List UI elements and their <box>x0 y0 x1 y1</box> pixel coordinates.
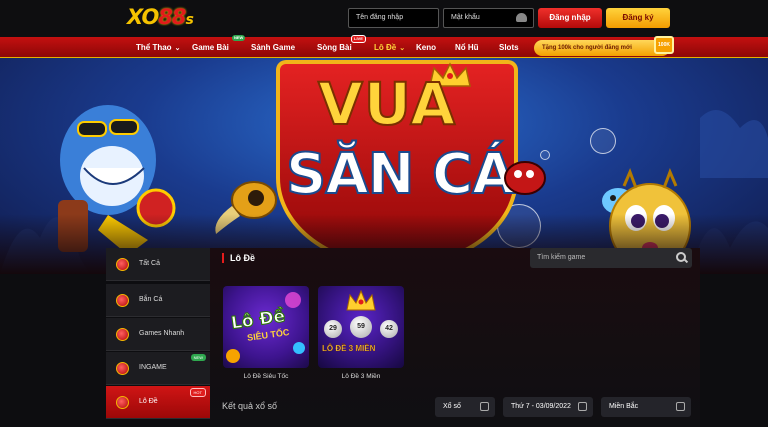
search-placeholder: Tìm kiếm game <box>537 254 586 261</box>
lottery-ball: 29 <box>324 320 342 338</box>
nav-item-sanh-game[interactable]: Sảnh Game <box>251 37 295 58</box>
sidebar-item-lo-de[interactable]: Lô Đề HOT <box>106 386 210 419</box>
username-field[interactable]: Tên đăng nhập <box>348 8 439 28</box>
sidebar-item-games-nhanh[interactable]: Games Nhanh <box>106 318 210 351</box>
nav-label: Lô Đề <box>374 43 397 52</box>
logo-text-digits: 88 <box>158 5 186 29</box>
filter-value: Xổ số <box>443 403 461 410</box>
filter-value: Thứ 7 - 03/09/2022 <box>511 403 571 410</box>
live-badge: LIVE <box>351 35 366 43</box>
search-input[interactable]: Tìm kiếm game <box>530 248 692 268</box>
top-bar: XO88s Tên đăng nhập Mật khẩu Đăng nhập Đ… <box>0 0 768 37</box>
location-pin-icon <box>676 402 685 411</box>
nav-label: Keno <box>416 43 436 52</box>
logo[interactable]: XO88s <box>127 5 194 29</box>
sidebar-item-label: Bắn Cá <box>139 296 163 303</box>
lottery-type-select[interactable]: Xổ số <box>435 397 495 417</box>
banner-title-line1: VUA <box>317 69 457 139</box>
hot-badge: HOT <box>189 388 206 397</box>
ingame-icon <box>116 362 129 375</box>
sidebar-item-label: INGAME <box>139 364 167 371</box>
red-fish-art <box>504 161 546 195</box>
promo-text: Tặng 100k cho người đăng mới <box>542 45 632 51</box>
password-field[interactable]: Mật khẩu <box>443 8 534 28</box>
all-games-icon <box>116 258 129 271</box>
nav-item-no-hu[interactable]: Nổ Hũ <box>455 37 479 58</box>
game-art-title: LÔ ĐỀ 3 MIỀN <box>322 344 376 353</box>
crown-icon <box>346 290 376 311</box>
nav-item-song-bai[interactable]: Sòng Bài LIVE <box>317 35 366 58</box>
logo-text-suffix: s <box>185 12 194 28</box>
sidebar-item-tat-ca[interactable]: Tất Cả <box>106 248 210 281</box>
password-placeholder: Mật khẩu <box>451 14 480 21</box>
nav-label: Nổ Hũ <box>455 43 479 52</box>
sidebar-item-label: Games Nhanh <box>139 330 185 337</box>
banner-title-line2: SĂN CÁ <box>285 141 516 208</box>
chevron-down-icon: ⌄ <box>399 45 406 52</box>
nav-item-slots[interactable]: Slots <box>499 37 519 58</box>
logo-text-main: XO <box>127 5 159 29</box>
game-caption[interactable]: Lô Đề 3 Miền <box>318 373 404 380</box>
sidebar-item-ingame[interactable]: INGAME NEW <box>106 352 210 385</box>
game-caption[interactable]: Lô Đề Siêu Tốc <box>223 373 309 380</box>
calendar-icon <box>578 402 587 411</box>
date-picker[interactable]: Thứ 7 - 03/09/2022 <box>503 397 593 417</box>
gift-icon: 100K <box>654 36 674 54</box>
quick-games-icon <box>116 328 129 341</box>
sidebar-item-label: Lô Đề <box>139 398 158 405</box>
section-title: Lô Đề <box>222 253 255 263</box>
nav-item-keno[interactable]: Keno <box>416 37 436 58</box>
new-badge: NEW <box>232 35 246 41</box>
search-icon[interactable] <box>676 252 686 262</box>
lottery-balls-icon <box>116 396 129 409</box>
new-badge: NEW <box>190 354 206 361</box>
nav-label: Sòng Bài <box>317 43 352 52</box>
nav-item-lo-de[interactable]: Lô Đề ⌄ <box>374 37 405 58</box>
game-card-lo-de-sieu-toc[interactable]: Lô Đề SIÊU TỐC <box>223 286 309 368</box>
sidebar-item-ban-ca[interactable]: Bắn Cá <box>106 284 210 317</box>
bubble-decoration <box>590 128 616 154</box>
lottery-ball: 42 <box>380 320 398 338</box>
login-button[interactable]: Đăng nhập <box>538 8 602 28</box>
nav-label: Sảnh Game <box>251 43 296 52</box>
category-sidebar: Tất Cả Bắn Cá Games Nhanh INGAME NEW Lô … <box>106 248 210 427</box>
promo-button[interactable]: Tặng 100k cho người đăng mới 100K <box>534 36 674 56</box>
nav-label: Slots <box>499 43 519 52</box>
fish-shooting-icon <box>116 294 129 307</box>
nav-item-the-thao[interactable]: Thể Thao ⌄ <box>136 37 180 58</box>
show-password-icon[interactable] <box>516 13 527 22</box>
game-card-lo-de-3-mien[interactable]: 29 59 42 LÔ ĐỀ 3 MIỀN <box>318 286 404 368</box>
region-select[interactable]: Miền Bắc <box>601 397 691 417</box>
filter-value: Miền Bắc <box>609 403 639 410</box>
lottery-ball: 59 <box>350 316 372 338</box>
nav-label: Thể Thao <box>136 43 172 52</box>
sort-icon <box>480 402 489 411</box>
nav-item-game-bai[interactable]: Game Bài NEW <box>192 35 246 58</box>
sidebar-item-label: Tất Cả <box>139 260 161 267</box>
results-label: Kết quả xổ số <box>222 401 278 411</box>
hero-banner[interactable]: VUA SĂN CÁ <box>0 58 768 274</box>
register-button[interactable]: Đăng ký <box>606 8 670 28</box>
nav-label: Game Bài <box>192 43 229 52</box>
username-placeholder: Tên đăng nhập <box>356 14 404 21</box>
chevron-down-icon: ⌄ <box>174 45 181 52</box>
